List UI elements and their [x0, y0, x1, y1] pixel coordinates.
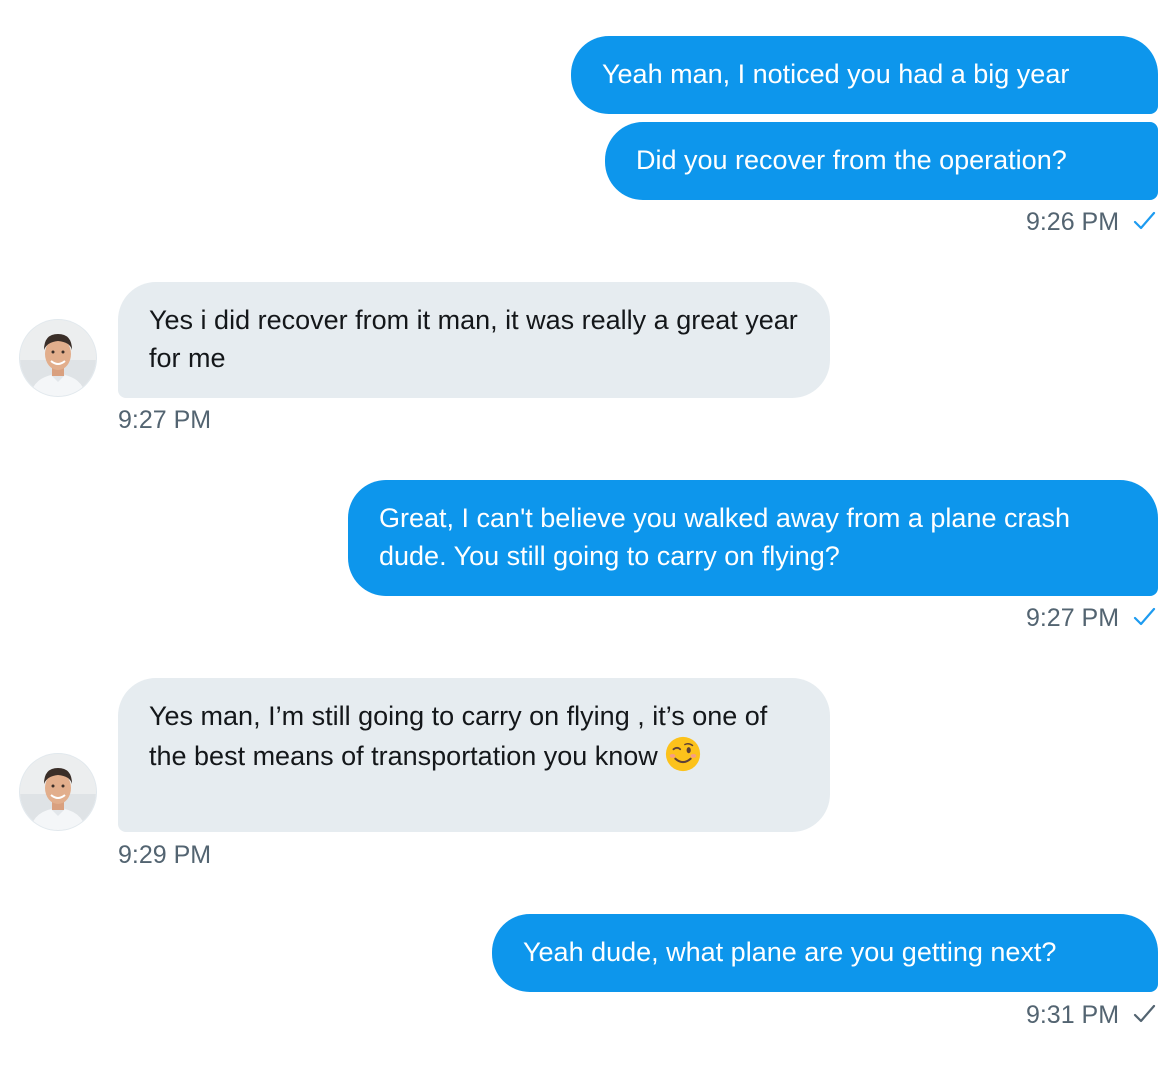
- sent-message-bubble[interactable]: Great, I can't believe you walked away f…: [348, 480, 1158, 596]
- received-message-bubble[interactable]: Yes i did recover from it man, it was re…: [118, 282, 830, 398]
- timestamp-text: 9:26 PM: [1025, 208, 1120, 236]
- sent-message-bubble[interactable]: Yeah man, I noticed you had a big year: [571, 36, 1158, 114]
- message-text: Yeah man, I noticed you had a big year: [602, 59, 1070, 89]
- timestamp-text: 9:29 PM: [118, 841, 212, 869]
- message-text: Yes i did recover from it man, it was re…: [149, 305, 798, 373]
- user-avatar-photo: [20, 754, 96, 830]
- checkmark-icon: [1133, 211, 1156, 230]
- message-text: Did you recover from the operation?: [636, 145, 1067, 175]
- message-timestamp: 9:27 PM: [1026, 603, 1156, 633]
- winking-face-icon: [665, 736, 700, 772]
- message-text: Great, I can't believe you walked away f…: [379, 503, 1071, 571]
- message-timestamp: 9:26 PM: [1026, 207, 1156, 237]
- received-message-bubble[interactable]: Yes man, I’m still going to carry on fly…: [118, 678, 830, 832]
- sent-message-bubble[interactable]: Did you recover from the operation?: [605, 122, 1158, 200]
- message-timestamp: 9:27 PM: [118, 405, 211, 435]
- avatar[interactable]: [20, 754, 96, 830]
- message-thread: Yeah man, I noticed you had a big year D…: [0, 0, 1176, 1068]
- avatar[interactable]: [20, 320, 96, 396]
- timestamp-text: 9:31 PM: [1025, 1001, 1120, 1029]
- sent-message-bubble[interactable]: Yeah dude, what plane are you getting ne…: [492, 914, 1158, 992]
- checkmark-icon: [1133, 1004, 1156, 1023]
- message-text: Yeah dude, what plane are you getting ne…: [523, 937, 1057, 967]
- checkmark-icon: [1133, 607, 1156, 626]
- timestamp-text: 9:27 PM: [118, 406, 212, 434]
- timestamp-text: 9:27 PM: [1025, 604, 1120, 632]
- message-timestamp: 9:29 PM: [118, 840, 211, 870]
- message-timestamp: 9:31 PM: [1026, 1000, 1156, 1030]
- user-avatar-photo: [20, 320, 96, 396]
